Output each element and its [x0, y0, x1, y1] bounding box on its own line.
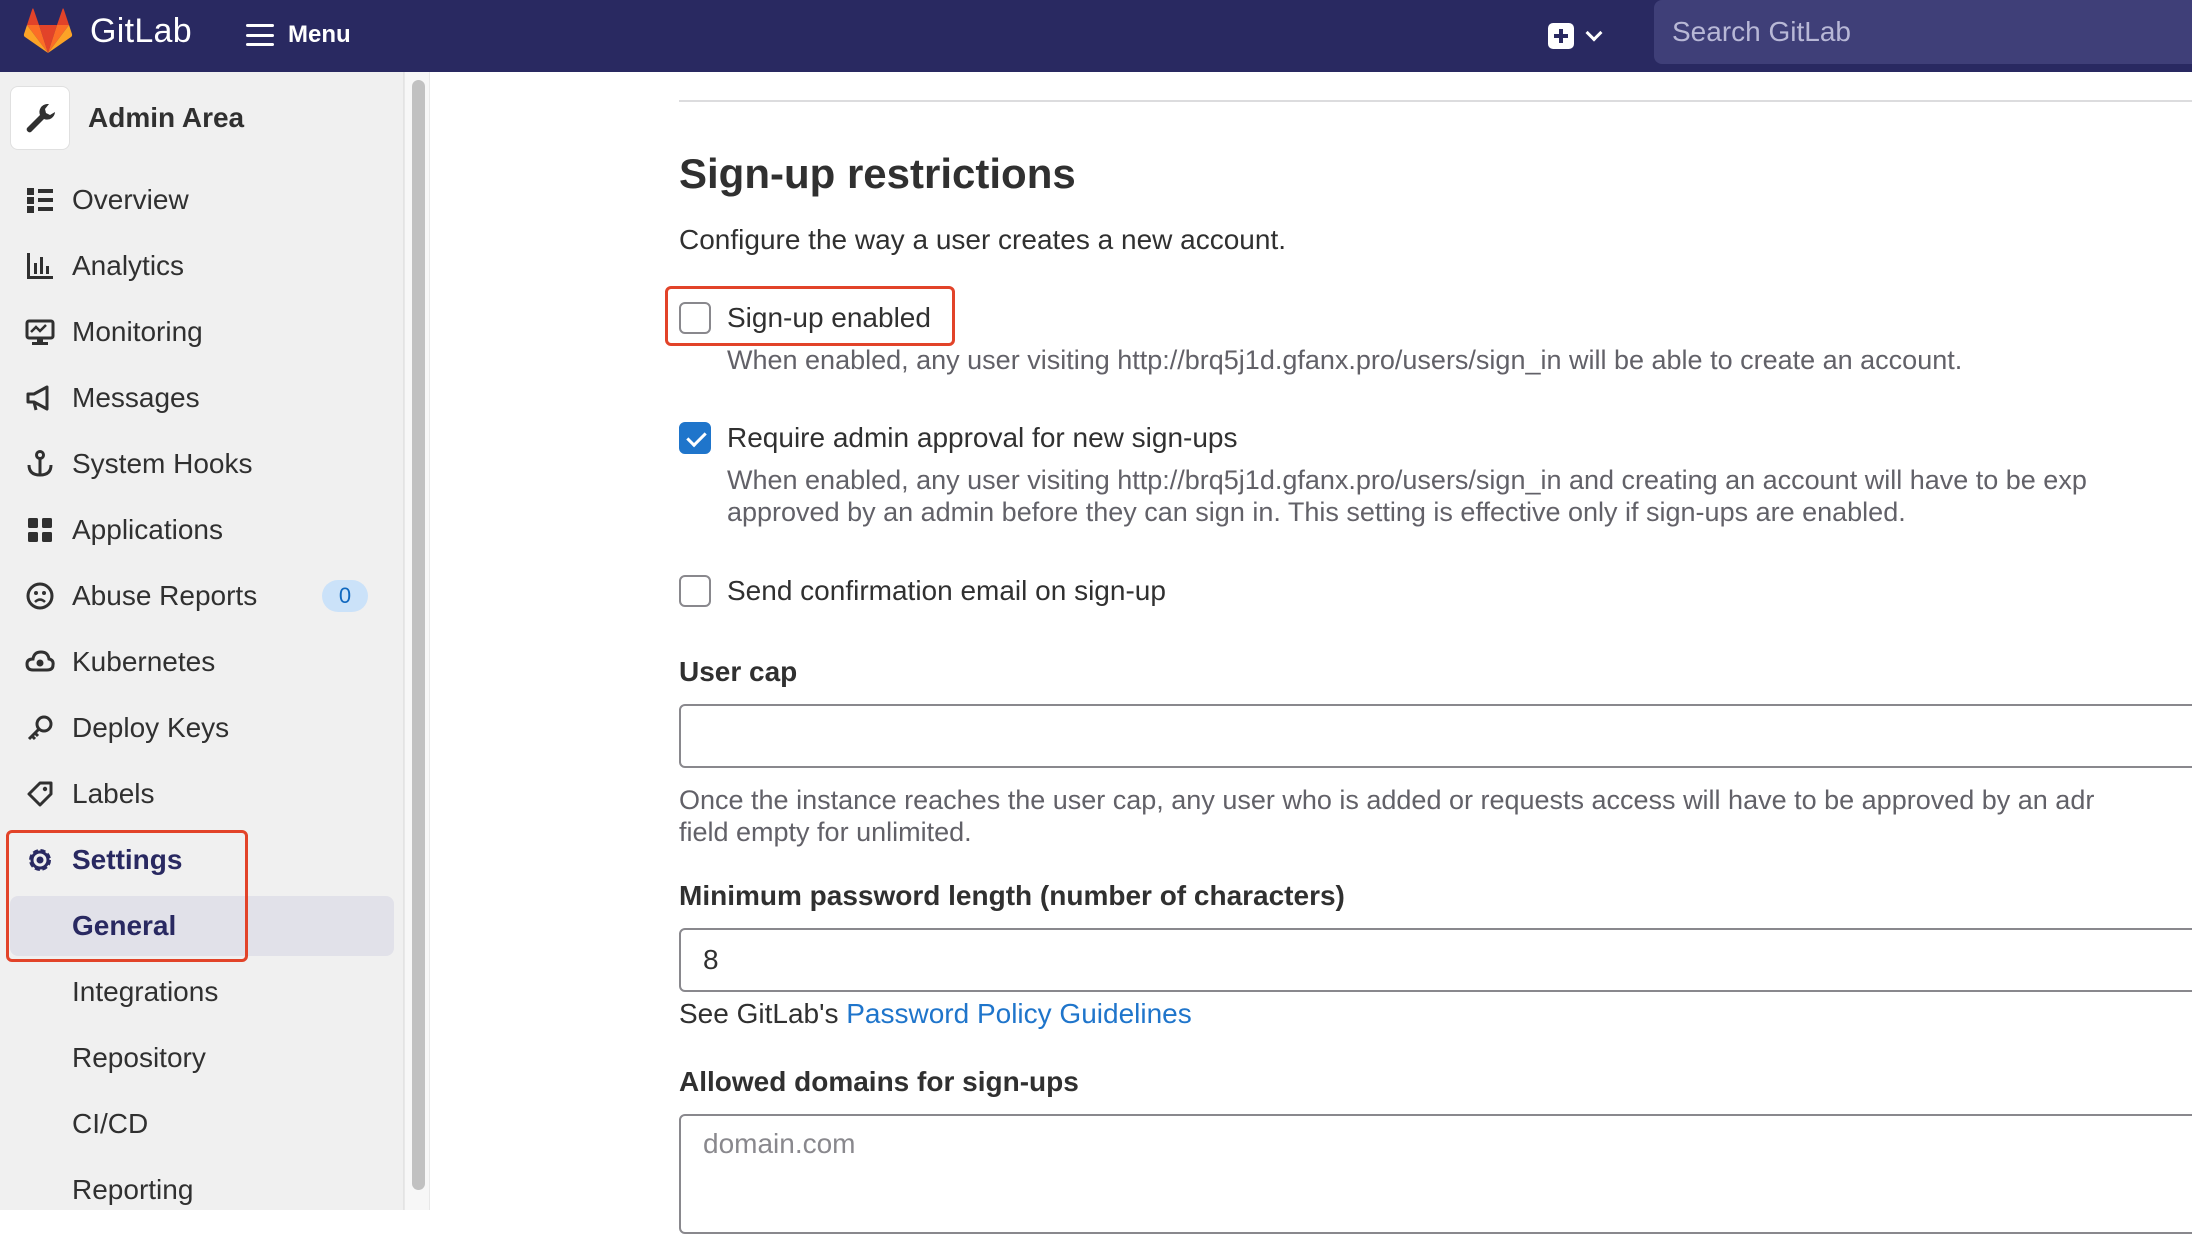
- kubernetes-cloud-icon: [24, 646, 56, 678]
- sidebar-item-abuse-reports[interactable]: Abuse Reports 0: [0, 566, 404, 626]
- allowed-domains-textarea[interactable]: domain.com: [679, 1114, 2192, 1234]
- user-cap-label: User cap: [679, 656, 798, 687]
- sidebar-item-analytics[interactable]: Analytics: [0, 236, 404, 296]
- menu-label: Menu: [288, 21, 351, 48]
- sidebar-item-applications[interactable]: Applications: [0, 500, 404, 560]
- sidebar-subitem-label: Integrations: [72, 976, 219, 1007]
- gear-icon: [24, 844, 56, 876]
- sidebar: Admin Area Overview Analytics Monitoring…: [0, 72, 404, 1210]
- main-content: Sign-up restrictions Configure the way a…: [431, 72, 2192, 1234]
- admin-approval-help-line1: When enabled, any user visiting http://b…: [727, 465, 2087, 495]
- sidebar-item-labels[interactable]: Labels: [0, 764, 404, 824]
- sidebar-item-messages[interactable]: Messages: [0, 368, 404, 428]
- sad-face-icon: [24, 580, 56, 612]
- sidebar-subitem-label: CI/CD: [72, 1108, 149, 1139]
- sidebar-item-label: Kubernetes: [72, 646, 216, 677]
- allowed-domains-label: Allowed domains for sign-ups: [679, 1066, 1079, 1097]
- confirmation-email-option[interactable]: Send confirmation email on sign-up: [679, 575, 1166, 607]
- sidebar-item-label: Deploy Keys: [72, 712, 230, 743]
- user-cap-help-line2: field empty for unlimited.: [679, 817, 972, 847]
- sidebar-item-label: Overview: [72, 184, 189, 215]
- signup-enabled-option[interactable]: Sign-up enabled: [679, 302, 931, 334]
- allowed-domains-placeholder: domain.com: [703, 1128, 856, 1159]
- sidebar-subitem-integrations[interactable]: Integrations: [0, 962, 404, 1022]
- sidebar-item-system-hooks[interactable]: System Hooks: [0, 434, 404, 494]
- sidebar-subitem-repository[interactable]: Repository: [0, 1028, 404, 1088]
- sidebar-context-title: Admin Area: [88, 102, 245, 133]
- section-title: Sign-up restrictions: [679, 150, 1076, 197]
- sidebar-item-overview[interactable]: Overview: [0, 170, 404, 230]
- admin-approval-label[interactable]: Require admin approval for new sign-ups: [727, 422, 1238, 454]
- sidebar-subitem-label: Reporting: [72, 1174, 194, 1205]
- confirmation-email-checkbox[interactable]: [679, 575, 711, 607]
- sidebar-item-label: System Hooks: [72, 448, 253, 479]
- sidebar-item-label: Messages: [72, 382, 200, 413]
- applications-icon: [24, 514, 56, 546]
- sidebar-subitem-reporting[interactable]: Reporting: [0, 1160, 404, 1220]
- key-icon: [24, 712, 56, 744]
- sidebar-context-header[interactable]: Admin Area: [10, 86, 244, 150]
- sidebar-item-settings[interactable]: Settings: [0, 830, 404, 890]
- min-password-value: 8: [703, 944, 719, 975]
- password-policy-link[interactable]: Password Policy Guidelines: [846, 998, 1192, 1029]
- sidebar-item-label: Abuse Reports: [72, 580, 258, 611]
- confirmation-email-label[interactable]: Send confirmation email on sign-up: [727, 575, 1166, 607]
- sidebar-subitem-label: General: [72, 910, 177, 941]
- user-cap-input[interactable]: [679, 704, 2192, 768]
- sidebar-item-label: Analytics: [72, 250, 185, 281]
- abuse-reports-count-badge: 0: [322, 580, 368, 612]
- label-icon: [24, 778, 56, 810]
- top-bar: GitLab Menu Search GitLab: [0, 0, 2192, 72]
- section-divider: [679, 100, 2192, 102]
- chart-icon: [24, 250, 56, 282]
- monitor-icon: [24, 316, 56, 348]
- section-description: Configure the way a user creates a new a…: [679, 224, 1287, 255]
- sidebar-item-monitoring[interactable]: Monitoring: [0, 302, 404, 362]
- sidebar-subitem-label: Repository: [72, 1042, 206, 1073]
- search-input[interactable]: Search GitLab: [1654, 0, 2192, 64]
- sidebar-subitem-general[interactable]: General: [10, 896, 394, 956]
- sidebar-item-kubernetes[interactable]: Kubernetes: [0, 632, 404, 692]
- sidebar-item-label: Monitoring: [72, 316, 203, 347]
- signup-enabled-label[interactable]: Sign-up enabled: [727, 302, 931, 334]
- megaphone-icon: [24, 382, 56, 414]
- min-password-input[interactable]: 8: [679, 928, 2192, 992]
- admin-approval-option[interactable]: Require admin approval for new sign-ups: [679, 422, 1238, 454]
- sidebar-item-deploy-keys[interactable]: Deploy Keys: [0, 698, 404, 758]
- user-cap-help-line1: Once the instance reaches the user cap, …: [679, 785, 2095, 815]
- admin-approval-checkbox[interactable]: [679, 422, 711, 454]
- password-policy-prefix: See GitLab's: [679, 998, 847, 1029]
- signup-enabled-help: When enabled, any user visiting http://b…: [727, 345, 1963, 375]
- search-placeholder: Search GitLab: [1672, 16, 1851, 47]
- hook-icon: [24, 448, 56, 480]
- sidebar-subitem-cicd[interactable]: CI/CD: [0, 1094, 404, 1154]
- hamburger-icon: [246, 24, 274, 46]
- overview-icon: [24, 184, 56, 216]
- wrench-icon: [10, 86, 70, 150]
- sidebar-item-label: Labels: [72, 778, 155, 809]
- sidebar-scrollbar[interactable]: [404, 72, 430, 1210]
- sidebar-item-label: Applications: [72, 514, 223, 545]
- password-policy-help: See GitLab's Password Policy Guidelines: [679, 998, 1192, 1030]
- brand-name[interactable]: GitLab: [90, 12, 192, 51]
- sidebar-item-label: Settings: [72, 844, 183, 875]
- chevron-down-icon: [1585, 24, 1603, 42]
- admin-approval-help-line2: approved by an admin before they can sig…: [727, 497, 1906, 527]
- sidebar-scrollbar-thumb[interactable]: [412, 80, 425, 1190]
- menu-button[interactable]: Menu: [246, 14, 351, 56]
- new-dropdown-button[interactable]: [1548, 16, 1603, 56]
- signup-enabled-checkbox[interactable]: [679, 302, 711, 334]
- gitlab-logo-icon[interactable]: [22, 6, 74, 58]
- plus-square-icon: [1548, 23, 1574, 49]
- min-password-label: Minimum password length (number of chara…: [679, 880, 1345, 911]
